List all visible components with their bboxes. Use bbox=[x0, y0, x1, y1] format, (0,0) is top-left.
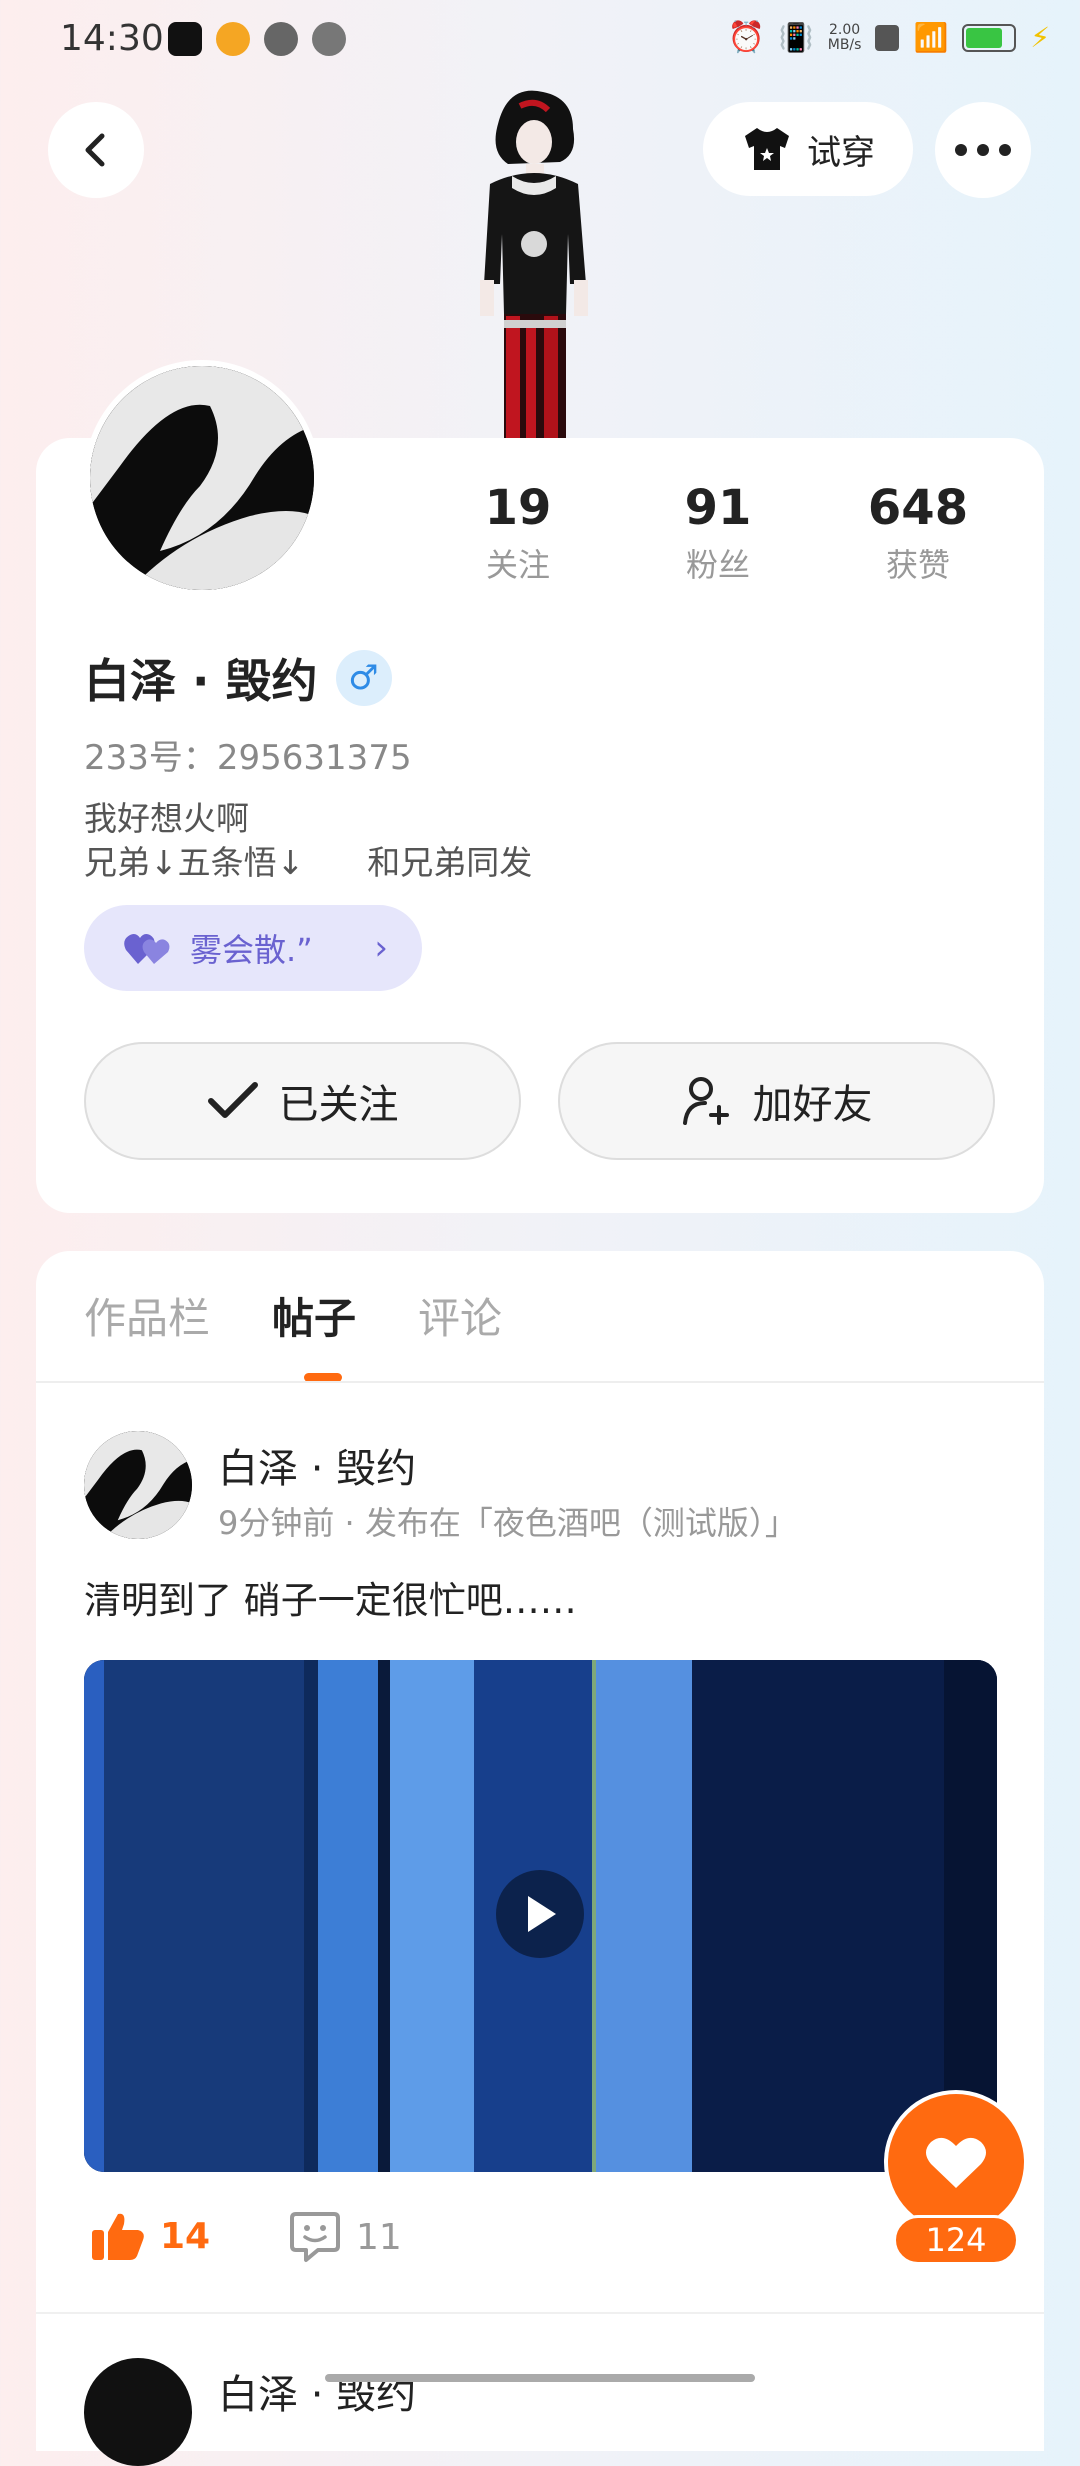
floating-heart-button[interactable] bbox=[884, 2090, 1028, 2234]
stat-value: 91 bbox=[684, 480, 752, 536]
battery-icon bbox=[962, 23, 1017, 52]
avatar-image bbox=[84, 1431, 192, 1539]
comment-count: 11 bbox=[356, 2216, 402, 2258]
group-badge-label: 雾会散.” bbox=[190, 931, 313, 969]
followed-label: 已关注 bbox=[278, 1082, 399, 1128]
add-friend-button[interactable]: 加好友 bbox=[558, 1042, 995, 1160]
post-author-avatar[interactable] bbox=[84, 1431, 192, 1539]
like-count: 14 bbox=[160, 2215, 211, 2257]
try-on-label: 试穿 bbox=[807, 132, 875, 173]
status-time: 14:30 bbox=[60, 18, 164, 59]
post-comment-button[interactable]: 11 bbox=[288, 2210, 402, 2264]
charging-bolt-icon: ⚡ bbox=[1030, 21, 1050, 54]
vibrate-icon: 📳 bbox=[778, 21, 814, 54]
stat-followers[interactable]: 91 粉丝 bbox=[618, 480, 818, 586]
post-author-name[interactable]: 白泽 · 毁约 bbox=[218, 1436, 416, 1494]
thumbs-up-icon bbox=[92, 2213, 144, 2260]
record-app-icon bbox=[168, 22, 202, 56]
profile-stats: 19 关注 91 粉丝 648 获赞 bbox=[418, 480, 1018, 586]
net-speed-value: 2.00 bbox=[829, 21, 861, 38]
profile-bio: 我好想火啊 兄弟↓五条悟↓ 和兄弟同发 bbox=[84, 799, 533, 882]
weibo-icon bbox=[216, 22, 250, 56]
more-button[interactable] bbox=[935, 102, 1031, 198]
tabs-divider bbox=[36, 1381, 1044, 1383]
group-badge-button[interactable]: 雾会散.” › bbox=[84, 905, 422, 991]
post-meta: 9分钟前 · 发布在「夜色酒吧（测试版）」 bbox=[218, 1504, 797, 1542]
stat-likes[interactable]: 648 获赞 bbox=[818, 480, 1018, 586]
stat-value: 19 bbox=[484, 480, 552, 536]
next-post-author-avatar[interactable] bbox=[84, 2358, 192, 2466]
battery-fill bbox=[966, 27, 1003, 48]
no-sim-icon bbox=[875, 24, 900, 51]
post-like-button[interactable]: 14 bbox=[90, 2210, 210, 2262]
status-bar: 14:30 ⏰ 📳 2.00 MB/s 📶 ⚡ bbox=[0, 0, 1080, 84]
stat-label: 获赞 bbox=[885, 546, 950, 584]
add-user-icon bbox=[682, 1077, 729, 1125]
play-button[interactable] bbox=[496, 1870, 584, 1958]
link-icon bbox=[312, 22, 346, 56]
user-id[interactable]: 233号：295631375 bbox=[84, 730, 412, 779]
avatar-character-figure[interactable] bbox=[448, 84, 618, 438]
profile-avatar[interactable] bbox=[84, 360, 320, 596]
play-icon bbox=[528, 1896, 556, 1932]
alarm-icon: ⏰ bbox=[727, 20, 765, 55]
floating-heart-count: 124 bbox=[893, 2215, 1019, 2265]
checkmark-icon bbox=[207, 1082, 258, 1118]
tab-works[interactable]: 作品栏 bbox=[84, 1285, 210, 1346]
add-friend-label: 加好友 bbox=[752, 1082, 873, 1128]
net-speed-unit: MB/s bbox=[827, 36, 862, 53]
username-text: 白泽 · 毁约 bbox=[84, 654, 318, 708]
tshirt-icon bbox=[745, 128, 789, 170]
pinwheel-icon bbox=[264, 22, 298, 56]
male-gender-icon: ♂ bbox=[335, 650, 392, 706]
heart-icon bbox=[926, 2137, 986, 2188]
tab-comments[interactable]: 评论 bbox=[418, 1285, 502, 1346]
wifi-icon: 📶 bbox=[913, 21, 949, 54]
post-text[interactable]: 清明到了 硝子一定很忙吧…… bbox=[84, 1570, 577, 1624]
chevron-left-icon bbox=[85, 133, 105, 167]
back-button[interactable] bbox=[48, 102, 144, 198]
stat-following[interactable]: 19 关注 bbox=[418, 480, 618, 586]
chevron-right-icon: › bbox=[374, 928, 388, 968]
double-heart-icon bbox=[124, 934, 170, 964]
stat-label: 关注 bbox=[485, 546, 550, 584]
tab-posts[interactable]: 帖子 bbox=[272, 1285, 356, 1346]
notification-icons bbox=[168, 22, 346, 56]
profile-username: 白泽 · 毁约 ♂ bbox=[84, 645, 392, 711]
comment-bubble-icon bbox=[290, 2212, 340, 2262]
next-post-author-name[interactable]: 白泽 · 毁约 bbox=[218, 2362, 416, 2420]
home-indicator[interactable] bbox=[325, 2374, 755, 2382]
avatar-image bbox=[90, 366, 314, 590]
followed-button[interactable]: 已关注 bbox=[84, 1042, 521, 1160]
more-dots-icon bbox=[955, 144, 1011, 156]
status-right: ⏰ 📳 2.00 MB/s 📶 ⚡ bbox=[728, 20, 1050, 55]
try-on-button[interactable]: 试穿 bbox=[703, 102, 913, 196]
post-divider bbox=[36, 2312, 1044, 2314]
stat-label: 粉丝 bbox=[685, 546, 750, 584]
stat-value: 648 bbox=[867, 480, 969, 536]
network-speed: 2.00 MB/s bbox=[827, 21, 862, 53]
content-tabs: 作品栏 帖子 评论 bbox=[84, 1285, 502, 1346]
